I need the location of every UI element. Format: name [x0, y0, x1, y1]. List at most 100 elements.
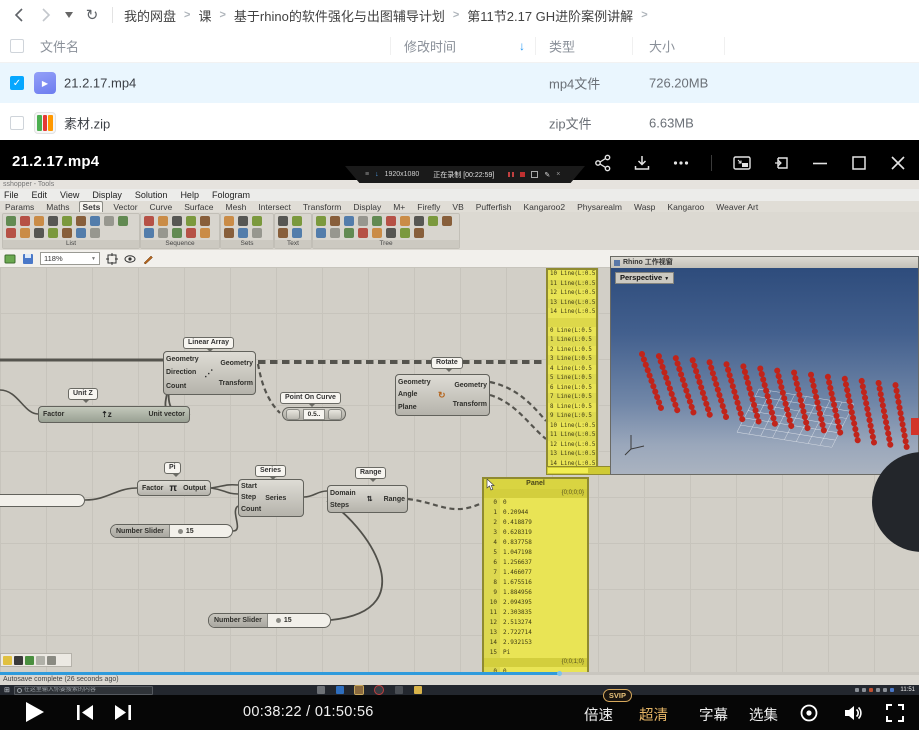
gh-component-icon[interactable]	[252, 216, 262, 226]
forward-icon[interactable]	[37, 6, 55, 24]
gh-tab[interactable]: Mesh	[224, 202, 249, 212]
tool-icon[interactable]	[36, 656, 45, 665]
gh-component-icon[interactable]	[400, 216, 410, 226]
file-name[interactable]: 21.2.17.mp4	[64, 76, 136, 91]
gh-component-icon[interactable]	[386, 228, 396, 238]
tool-icon[interactable]	[3, 656, 12, 665]
subtitle-button[interactable]: 字幕	[699, 704, 728, 725]
viewport-label[interactable]: Perspective ▼	[615, 272, 674, 284]
gh-component-icon[interactable]	[90, 216, 100, 226]
gh-tab[interactable]: Surface	[182, 202, 215, 212]
recorder-download-icon[interactable]: ↓	[375, 171, 379, 178]
episodes-button[interactable]: 选集	[749, 704, 778, 725]
input-port[interactable]: Count	[241, 506, 261, 513]
gh-component-pi[interactable]: Factor π Output	[137, 480, 211, 496]
gh-number-slider[interactable]: Number Slider 15	[110, 524, 233, 538]
app-icon[interactable]	[336, 686, 344, 694]
gh-component-icon[interactable]	[20, 216, 30, 226]
mini-window-icon[interactable]	[772, 154, 790, 172]
rhino-viewport-window[interactable]: Rhino 工作视窗 Perspective ▼	[610, 256, 919, 475]
gh-component-icon[interactable]	[358, 216, 368, 226]
gh-component-icon[interactable]	[330, 216, 340, 226]
tool-icon[interactable]	[47, 656, 56, 665]
gh-tab[interactable]: Display	[351, 202, 383, 212]
breadcrumb-item[interactable]: 我的网盘	[124, 6, 176, 25]
gh-component-linear-array[interactable]: GeometryDirectionCount ⋰ GeometryTransfo…	[163, 351, 256, 395]
table-row[interactable]: 素材.zip zip文件 6.63MB	[0, 103, 919, 144]
progress-handle[interactable]	[557, 671, 562, 676]
gh-component-icon[interactable]	[372, 228, 382, 238]
gh-component-icon[interactable]	[224, 228, 234, 238]
focus-icon[interactable]	[106, 253, 118, 265]
tool-icon[interactable]	[14, 656, 23, 665]
input-port[interactable]: Plane	[398, 404, 417, 411]
gh-component-icon[interactable]	[48, 228, 58, 238]
gh-menu-item[interactable]: Display	[92, 190, 122, 200]
gh-tab[interactable]: M+	[391, 202, 407, 212]
folder-app-icon[interactable]	[414, 686, 422, 694]
pause-icon[interactable]	[508, 172, 514, 177]
gh-component-icon[interactable]	[358, 228, 368, 238]
gh-component-unit-z[interactable]: Factor ⇡z Unit vector	[38, 406, 190, 423]
gh-component-icon[interactable]	[144, 216, 154, 226]
pen-tool-icon[interactable]	[142, 253, 154, 265]
tray-icon[interactable]	[890, 688, 894, 692]
input-port[interactable]: Geometry	[398, 379, 431, 386]
gh-tab[interactable]: Kangaroo2	[522, 202, 568, 212]
taskbar-search[interactable]: 在这里输入你要搜索的内容	[14, 686, 153, 695]
table-row[interactable]: ✓ ▶ 21.2.17.mp4 mp4文件 726.20MB	[0, 63, 919, 103]
slider-grip[interactable]	[276, 618, 281, 623]
gh-tab[interactable]: Pufferfish	[474, 202, 514, 212]
gh-component-icon[interactable]	[414, 216, 424, 226]
gh-component-icon[interactable]	[200, 216, 210, 226]
gh-component-icon[interactable]	[90, 228, 100, 238]
tray-icon[interactable]	[855, 688, 859, 692]
gh-component-range[interactable]: DomainSteps ⇅ Range	[327, 485, 408, 513]
tray-icon[interactable]	[869, 688, 873, 692]
gh-component-icon[interactable]	[6, 228, 16, 238]
gh-component-icon[interactable]	[6, 216, 16, 226]
tool-icon[interactable]	[25, 656, 34, 665]
minimize-icon[interactable]	[811, 154, 829, 172]
gh-component-icon[interactable]	[316, 228, 326, 238]
input-port[interactable]: Domain	[330, 490, 356, 497]
gh-component-icon[interactable]	[172, 228, 182, 238]
column-size[interactable]: 大小	[649, 37, 675, 56]
breadcrumb-item[interactable]: 第11节2.17 GH进阶案例讲解	[467, 6, 633, 25]
gh-component-icon[interactable]	[278, 228, 288, 238]
gh-number-slider-partial[interactable]: cier 15	[0, 494, 85, 507]
gh-menu-item[interactable]: File	[4, 190, 19, 200]
input-port[interactable]: Direction	[166, 369, 196, 376]
gh-component-icon[interactable]	[200, 228, 210, 238]
download-icon[interactable]	[633, 154, 651, 172]
gh-menu-item[interactable]: Fologram	[212, 190, 250, 200]
gh-tab[interactable]: Kangaroo	[665, 202, 706, 212]
gh-component-icon[interactable]	[400, 228, 410, 238]
gh-component-icon[interactable]	[76, 216, 86, 226]
gh-number-panel[interactable]: Panel {0;0;0;0} 00 10.20944 20.418879 30…	[482, 477, 589, 687]
output-port[interactable]: Range	[384, 496, 405, 503]
record-circle-icon[interactable]	[799, 703, 819, 723]
gh-component-icon[interactable]	[158, 216, 168, 226]
start-button-icon[interactable]: ⊞	[4, 686, 10, 694]
rhino-app-icon[interactable]	[374, 685, 384, 695]
gh-tab[interactable]: Vector	[111, 202, 139, 212]
gh-component-icon[interactable]	[104, 216, 114, 226]
gh-menu-item[interactable]: Help	[180, 190, 199, 200]
gh-component-icon[interactable]	[278, 216, 288, 226]
gh-component-icon[interactable]	[186, 228, 196, 238]
recorder-menu-icon[interactable]: ≡	[365, 171, 369, 178]
gh-tab[interactable]: Physarealm	[575, 202, 624, 212]
gh-menu-item[interactable]: Solution	[135, 190, 168, 200]
save-icon[interactable]	[22, 253, 34, 265]
gh-component-rotate[interactable]: GeometryAnglePlane ↻ GeometryTransform	[395, 374, 490, 416]
gh-menu-item[interactable]: View	[60, 190, 79, 200]
volume-icon[interactable]	[843, 703, 864, 723]
input-port[interactable]: Count	[166, 383, 186, 390]
gh-tab[interactable]: Weaver Art	[714, 202, 760, 212]
gh-component-icon[interactable]	[316, 216, 326, 226]
app-icon[interactable]	[317, 686, 325, 694]
gh-component-icon[interactable]	[34, 216, 44, 226]
gh-component-icon[interactable]	[414, 228, 424, 238]
gh-component-icon[interactable]	[386, 216, 396, 226]
